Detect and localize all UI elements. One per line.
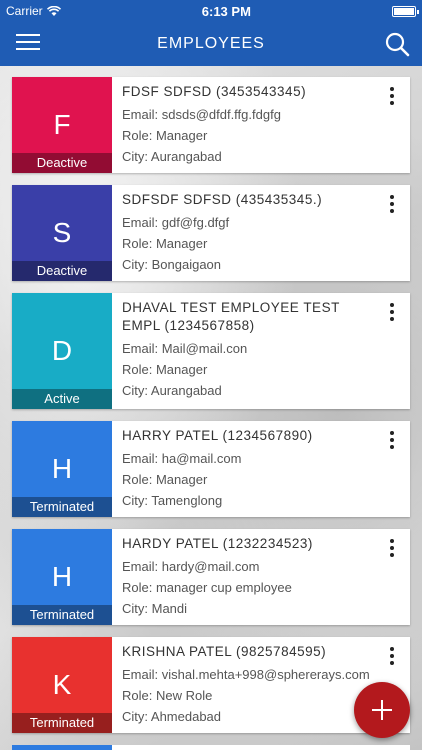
employee-card[interactable]: H Terminated HARRY PATEL (1234567890) Em… [12,421,410,517]
employee-city: City: Aurangabad [122,383,222,398]
employee-role: Role: manager cup employee [122,580,292,595]
employee-info: FDSF SDFSD (3453543345) Email: sdsds@dfd… [112,77,410,173]
employee-email: Email: hardy@mail.com [122,559,260,574]
more-vertical-icon[interactable] [386,539,398,559]
wifi-icon [46,5,61,16]
more-vertical-icon[interactable] [386,195,398,215]
employee-name: HARDY PATEL (1232234523) [122,536,313,551]
status-badge: Terminated [12,713,112,733]
menu-button[interactable] [16,34,40,54]
status-badge: Terminated [12,605,112,625]
status-badge: Deactive [12,153,112,173]
avatar: K Terminated [12,637,112,733]
more-vertical-icon[interactable] [386,87,398,107]
avatar: F Deactive [12,77,112,173]
avatar: H Terminated [12,529,112,625]
employee-info: HARDY PATEL (1232234523) Email: hardy@ma… [112,529,410,625]
page-title: EMPLOYEES [157,35,265,52]
employee-role: Role: Manager [122,472,208,487]
app-header: EMPLOYEES [0,22,422,66]
employee-name: FDSF SDFSD (3453543345) [122,84,307,99]
status-badge: Active [12,389,112,409]
hamburger-icon [16,34,40,36]
carrier-label: Carrier [6,4,43,18]
employee-city: City: Tamenglong [122,493,223,508]
employee-city: City: Bongaigaon [122,257,222,272]
employee-role: Role: Manager [122,362,208,377]
employee-name: HARRY PATEL (1234567890) [122,428,313,443]
battery-icon [392,5,419,17]
avatar-initial: S [52,217,72,248]
avatar-initial: F [53,109,71,140]
employee-card[interactable]: K Terminated KRISHNA PATEL (9825784595) … [12,637,410,733]
employee-info: DHAVAL TEST EMPLOYEE TEST EMPL (12345678… [112,293,410,409]
employee-role: Role: Manager [122,128,208,143]
search-icon[interactable] [384,31,410,57]
more-vertical-icon[interactable] [386,647,398,667]
employee-email: Email: sdsds@dfdf.ffg.fdgfg [122,107,281,122]
avatar-initial: H [51,561,73,592]
employee-card[interactable]: H Terminated HARDY PATEL (1232234523) Em… [12,529,410,625]
employee-name: KRISHNA PATEL (9825784595) [122,644,327,659]
avatar: H Terminated [12,421,112,517]
employee-city: City: Aurangabad [122,149,222,164]
employee-email: Email: Mail@mail.con [122,341,248,356]
employee-email: Email: gdf@fg.dfgf [122,215,230,230]
employee-name: SDFSDF SDFSD (435435345.) [122,192,323,207]
employee-email: Email: vishal.mehta+998@sphererays.com [122,667,370,682]
next-card-avatar-peek [12,745,112,750]
avatar: D Active [12,293,112,409]
plus-icon [372,700,392,720]
employee-card[interactable]: D Active DHAVAL TEST EMPLOYEE TEST EMPL … [12,293,410,409]
add-employee-button[interactable] [354,682,410,738]
more-vertical-icon[interactable] [386,303,398,323]
avatar-initial: D [51,335,73,366]
next-card-peek [112,745,410,750]
employee-city: City: Mandi [122,601,188,616]
status-badge: Deactive [12,261,112,281]
more-vertical-icon[interactable] [386,431,398,451]
status-bar: Carrier 6:13 PM [0,0,422,22]
status-badge: Terminated [12,497,112,517]
employee-role: Role: Manager [122,236,208,251]
clock: 6:13 PM [201,3,251,19]
employee-card[interactable]: F Deactive FDSF SDFSD (3453543345) Email… [12,77,410,173]
avatar-initial: K [52,669,72,700]
employee-info: HARRY PATEL (1234567890) Email: ha@mail.… [112,421,410,517]
avatar-initial: H [51,453,73,484]
avatar: S Deactive [12,185,112,281]
employee-email: Email: ha@mail.com [122,451,242,466]
employee-name: DHAVAL TEST EMPLOYEE TEST EMPL (12345678… [122,300,340,333]
employee-info: SDFSDF SDFSD (435435345.) Email: gdf@fg.… [112,185,410,281]
employee-card[interactable]: S Deactive SDFSDF SDFSD (435435345.) Ema… [12,185,410,281]
